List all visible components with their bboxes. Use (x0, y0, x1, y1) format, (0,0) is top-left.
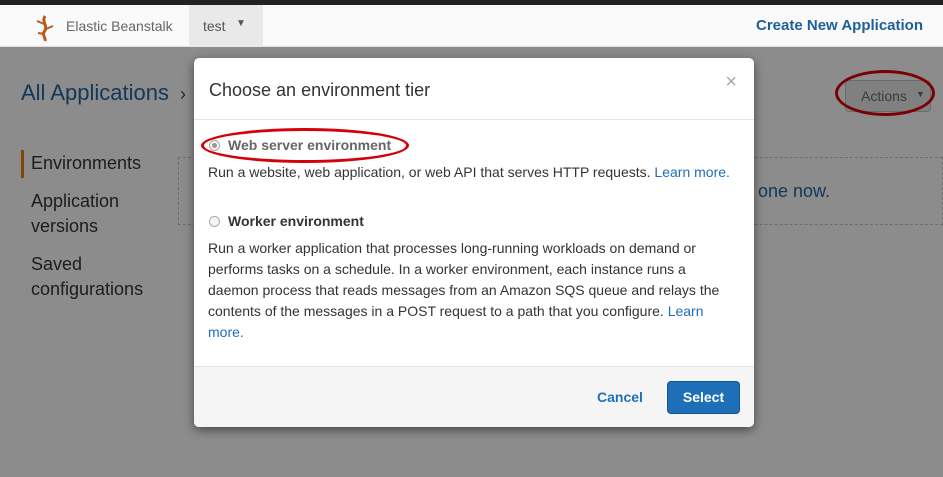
worker-description: Run a worker application that processes … (208, 238, 738, 343)
web-server-description-text: Run a website, web application, or web A… (208, 164, 651, 180)
worker-description-text: Run a worker application that processes … (208, 240, 720, 319)
caret-down-icon: ▼ (236, 18, 246, 29)
close-icon[interactable]: × (725, 72, 737, 92)
dialog-header: Choose an environment tier × (194, 58, 754, 120)
select-button[interactable]: Select (667, 381, 740, 414)
environment-tier-dialog: Choose an environment tier × Web server … (194, 58, 754, 427)
web-server-learn-more-link[interactable]: Learn more. (654, 164, 729, 180)
top-bar: Elastic Beanstalk test ▼ Create New Appl… (0, 0, 943, 47)
highlight-circle-web-server (201, 128, 409, 163)
app-selector-dropdown[interactable]: test ▼ (189, 5, 263, 47)
web-server-description: Run a website, web application, or web A… (208, 162, 738, 183)
worker-option-label[interactable]: Worker environment (228, 213, 364, 229)
cancel-button[interactable]: Cancel (597, 389, 643, 405)
beanstalk-logo-icon[interactable] (34, 14, 56, 42)
brand-name[interactable]: Elastic Beanstalk (66, 18, 173, 34)
app-selector-label: test (203, 18, 226, 34)
create-new-application-link[interactable]: Create New Application (756, 17, 923, 34)
dialog-title: Choose an environment tier (209, 80, 431, 100)
dialog-footer: Cancel Select (194, 366, 754, 427)
worker-radio[interactable] (209, 216, 220, 227)
